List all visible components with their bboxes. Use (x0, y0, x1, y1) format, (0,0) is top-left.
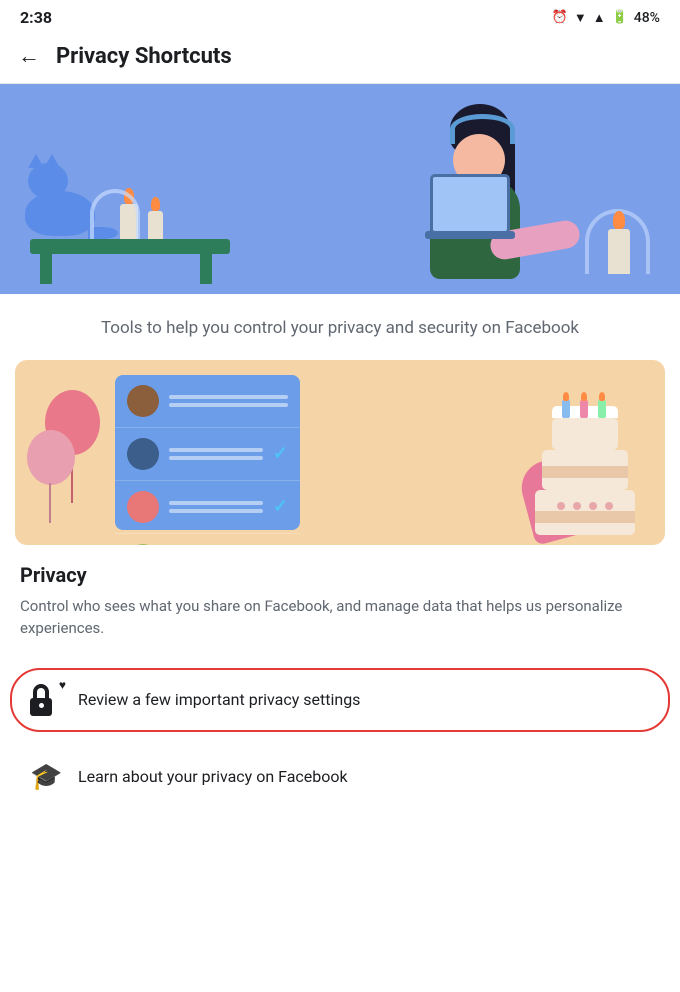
lock-body (30, 698, 52, 716)
cake-flame-2 (581, 392, 587, 401)
signal-icon: ▲ (593, 10, 606, 26)
status-time: 2:38 (20, 8, 52, 27)
cat-ear-right (44, 154, 60, 168)
privacy-illustration: ✓ ✓ (15, 360, 665, 545)
status-bar: 2:38 ⏰ ▼ ▲ 🔋 48% (0, 0, 680, 33)
learn-privacy-button[interactable]: 🎓 Learn about your privacy on Facebook (10, 746, 670, 808)
cake-tier-2-stripe (542, 466, 628, 478)
checkmark-2: ✓ (273, 496, 288, 517)
glass-dome (90, 189, 140, 239)
battery-icon: 🔋 (612, 10, 628, 25)
balloon-2 (27, 430, 75, 485)
checklist-row-3: ✓ (115, 481, 300, 534)
review-privacy-settings-button[interactable]: ♥ Review a few important privacy setting… (10, 668, 670, 732)
avatar-4 (127, 544, 159, 545)
lock-shackle (33, 684, 49, 698)
privacy-title: Privacy (20, 563, 660, 587)
flame-2 (151, 197, 160, 211)
privacy-description: Control who sees what you share on Faceb… (20, 595, 660, 640)
cake-tier-1-stripe (535, 511, 635, 523)
flame-right (613, 211, 625, 229)
graduation-cap-icon: 🎓 (30, 762, 62, 792)
desk-leg-right (200, 249, 212, 284)
review-settings-label: Review a few important privacy settings (78, 690, 360, 709)
cat-body (25, 191, 95, 236)
privacy-section: Privacy Control who sees what you share … (0, 545, 680, 668)
checklist-row-1 (115, 375, 300, 428)
cake-tier-3 (552, 418, 618, 450)
laptop-base (425, 231, 515, 239)
avatar-2 (127, 438, 159, 470)
page-title: Privacy Shortcuts (56, 44, 232, 69)
checklist-panel: ✓ ✓ (115, 375, 300, 530)
checkmark-1: ✓ (273, 443, 288, 464)
birthday-cake (530, 405, 640, 535)
cat-head (28, 163, 68, 199)
lock-heart-icon: ♥ (30, 684, 62, 716)
cat-ear-left (28, 154, 44, 168)
battery-level: 48% (634, 10, 660, 26)
cake-flame-3 (599, 392, 605, 401)
balloon-2-string (49, 483, 51, 523)
cake-candle-2 (580, 400, 588, 418)
hero-subtitle-section: Tools to help you control your privacy a… (0, 294, 680, 360)
cake-candle-3 (598, 400, 606, 418)
back-button[interactable]: ← (18, 43, 40, 69)
avatar-1 (127, 385, 159, 417)
avatar-3 (127, 491, 159, 523)
heart-icon: ♥ (59, 678, 66, 692)
lock-keyhole (39, 703, 44, 708)
header: ← Privacy Shortcuts (0, 33, 680, 84)
wifi-icon: ▼ (574, 10, 587, 26)
status-icons: ⏰ ▼ ▲ 🔋 48% (552, 10, 660, 26)
desk-leg-left (40, 249, 52, 284)
check-lines-3 (169, 501, 263, 513)
headphones (450, 114, 515, 144)
hero-illustration (0, 84, 680, 294)
checklist-row-4 (115, 534, 300, 545)
cake-candle-1 (562, 400, 570, 418)
candle-2 (148, 211, 163, 239)
check-lines-2 (169, 448, 263, 460)
cake-flame-1 (563, 392, 569, 401)
candle-right (608, 229, 630, 274)
checklist-row-2: ✓ (115, 428, 300, 481)
hero-subtitle: Tools to help you control your privacy a… (30, 316, 650, 342)
check-lines-1 (169, 395, 288, 407)
cake-dots (540, 502, 630, 510)
laptop-screen (430, 174, 510, 234)
learn-privacy-label: Learn about your privacy on Facebook (78, 767, 348, 786)
alarm-icon: ⏰ (552, 10, 568, 25)
